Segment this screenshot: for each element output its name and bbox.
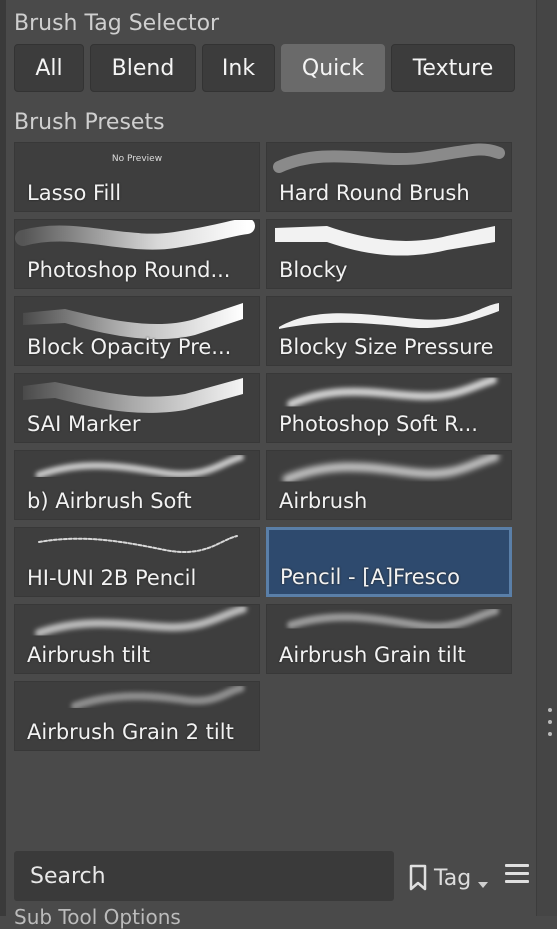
preset-airbrush-grain-2-tilt[interactable]: Airbrush Grain 2 tilt [14,681,260,751]
preset-label: Blocky [279,258,348,282]
preset-airbrush-grain-tilt[interactable]: Airbrush Grain tilt [266,604,512,674]
preset-photoshop-round[interactable]: Photoshop Round... [14,219,260,289]
dropdown-arrow-icon [478,882,489,888]
preset-sai-marker[interactable]: SAI Marker [14,373,260,443]
preset-label: Blocky Size Pressure [279,335,494,359]
no-preview-text: No Preview [111,154,163,164]
preset-pencil-a-fresco[interactable]: Pencil - [A]Fresco [266,527,512,597]
preset-hard-round-brush[interactable]: Hard Round Brush [266,142,512,212]
preset-blocky[interactable]: Blocky [266,219,512,289]
preset-airbrush-soft[interactable]: b) Airbrush Soft [14,450,260,520]
preset-label: Pencil - [A]Fresco [280,565,461,589]
splitter-handle[interactable] [548,700,554,744]
search-placeholder: Search [30,863,106,889]
preset-photoshop-soft-round[interactable]: Photoshop Soft R... [266,373,512,443]
preset-label: Airbrush [279,489,368,513]
preset-label: Lasso Fill [27,181,122,205]
tag-button-label: Tag [434,865,472,891]
sub-tool-options-title: Sub Tool Options [14,905,181,929]
tag-button[interactable]: Tag [408,858,489,898]
preset-blocky-size-pressure[interactable]: Blocky Size Pressure [266,296,512,366]
brush-presets-title: Brush Presets [14,110,165,135]
hamburger-menu-icon[interactable] [505,864,529,886]
bookmark-icon [409,864,427,891]
tab-ink[interactable]: Ink [202,44,275,92]
panel-left-edge [0,0,6,916]
tab-blend[interactable]: Blend [90,44,196,92]
preset-label: Airbrush tilt [27,643,151,667]
tag-tabs: All Blend Ink Quick Texture [14,44,515,92]
tab-quick[interactable]: Quick [281,44,385,92]
panel-right-edge [536,0,557,916]
preset-label: SAI Marker [27,412,141,436]
preset-airbrush[interactable]: Airbrush [266,450,512,520]
search-input[interactable]: Search [14,851,394,901]
preset-label: Photoshop Round... [27,258,231,282]
preset-block-opacity-pressure[interactable]: Block Opacity Pre... [14,296,260,366]
preset-label: Block Opacity Pre... [27,335,232,359]
preset-hi-uni-2b-pencil[interactable]: HI-UNI 2B Pencil [14,527,260,597]
preset-label: Hard Round Brush [279,181,470,205]
tab-all[interactable]: All [14,44,84,92]
preset-airbrush-tilt[interactable]: Airbrush tilt [14,604,260,674]
preset-lasso-fill[interactable]: No Preview Lasso Fill [14,142,260,212]
preset-label: Airbrush Grain tilt [279,643,466,667]
tag-selector-title: Brush Tag Selector [14,11,220,36]
preset-label: Airbrush Grain 2 tilt [27,720,234,744]
tab-texture[interactable]: Texture [391,44,515,92]
preset-label: HI-UNI 2B Pencil [27,566,197,590]
preset-label: Photoshop Soft R... [279,412,478,436]
preset-label: b) Airbrush Soft [27,489,192,513]
